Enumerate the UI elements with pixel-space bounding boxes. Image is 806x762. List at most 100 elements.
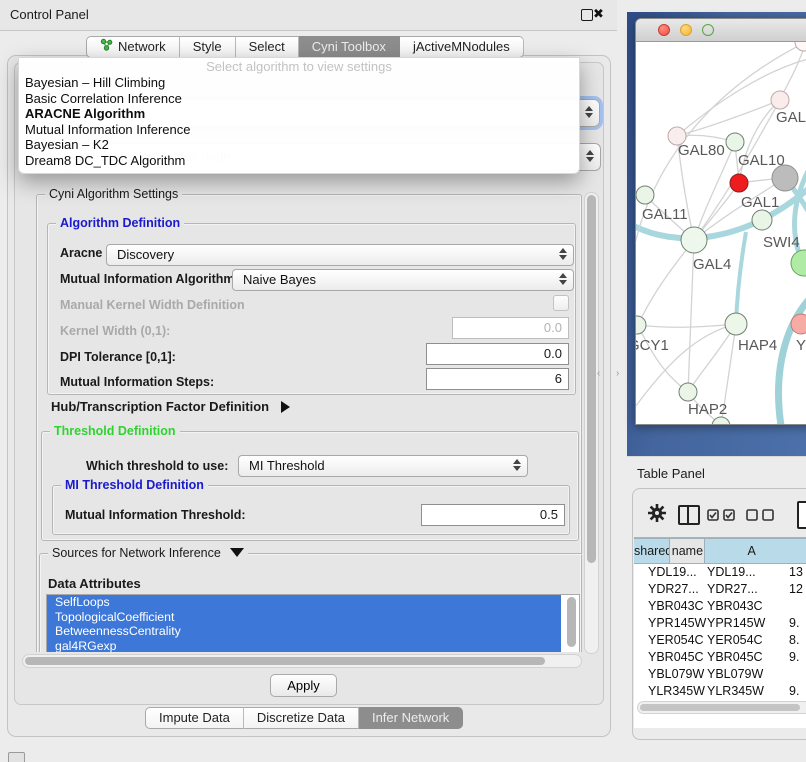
zoom-traffic-light-icon[interactable] <box>702 24 714 36</box>
table-cell <box>762 666 806 683</box>
network-edge[interactable] <box>638 325 688 392</box>
table-panel-card: shared...nameA YDL19...YDL19...13YDR27..… <box>632 488 806 740</box>
tab-select[interactable]: Select <box>236 36 299 58</box>
data-attribute-item-selected[interactable]: SelfLoops <box>47 595 561 610</box>
table-column-header[interactable]: shared... <box>634 538 670 564</box>
table-horizontal-scrollbar-thumb[interactable] <box>640 704 800 711</box>
data-attribute-item-selected[interactable]: BetweennessCentrality <box>47 624 561 639</box>
network-node-y[interactable] <box>791 314 806 334</box>
network-node-hap4[interactable] <box>725 313 747 335</box>
network-node-gal1[interactable] <box>730 174 748 192</box>
list-scrollbar-thumb[interactable] <box>567 597 576 647</box>
float-window-icon[interactable] <box>581 9 593 21</box>
network-canvas[interactable]: GALGAL80GAL10GAL1GAL11SWI4GAL4GCY1HAP4YH… <box>636 42 806 424</box>
settings-vertical-scrollbar-thumb[interactable] <box>587 195 596 563</box>
network-node-gal10[interactable] <box>726 133 744 151</box>
table-row[interactable]: YER054CYER054C8. <box>634 632 806 649</box>
algorithm-option[interactable]: ARACNE Algorithm <box>19 106 579 122</box>
algorithm-option[interactable]: Dream8 DC_TDC Algorithm <box>19 153 579 169</box>
sources-group-title[interactable]: Sources for Network Inference <box>48 546 248 560</box>
mi-threshold-field[interactable]: 0.5 <box>421 504 565 526</box>
algorithm-option[interactable]: Bayesian – Hill Climbing <box>19 75 579 91</box>
dpi-tolerance-label: DPI Tolerance [0,1]: <box>60 350 176 364</box>
aracne-mode-combo[interactable]: Discovery <box>106 244 574 266</box>
mi-type-combo[interactable]: Naive Bayes <box>232 269 574 291</box>
tab-discretize-data[interactable]: Discretize Data <box>244 707 359 729</box>
splitter-handle-icon[interactable]: ‹ <box>597 368 600 379</box>
tab-jactivemnodules[interactable]: jActiveMNodules <box>400 36 524 58</box>
node-label: GAL80 <box>678 142 725 159</box>
tab-infer-network[interactable]: Infer Network <box>359 707 463 729</box>
network-node-swi4[interactable] <box>752 210 772 230</box>
settings-horizontal-scrollbar-thumb[interactable] <box>25 657 545 665</box>
table-row[interactable]: YDL19...YDL19...13 <box>634 564 806 581</box>
manual-kernel-checkbox[interactable] <box>553 295 569 311</box>
node-label: GAL11 <box>642 206 688 223</box>
table-settings-gear-icon[interactable] <box>647 503 667 528</box>
table-row[interactable]: YBR043CYBR043C <box>634 598 806 615</box>
hub-definition-expander[interactable]: Hub/Transcription Factor Definition <box>51 399 290 414</box>
which-threshold-combo[interactable]: MI Threshold <box>238 455 528 477</box>
dpi-tolerance-field[interactable]: 0.0 <box>426 343 569 365</box>
table-cell: YBR043C <box>699 598 762 615</box>
data-attribute-item-selected[interactable]: TopologicalCoefficient <box>47 610 561 625</box>
network-window-titlebar[interactable] <box>636 19 806 42</box>
splitter-handle-icon[interactable]: › <box>616 368 619 379</box>
table-header-row: shared...nameA <box>634 538 806 564</box>
taskbar-icon[interactable] <box>8 752 25 762</box>
mi-steps-field[interactable]: 6 <box>426 368 569 390</box>
node-table[interactable]: shared...nameA YDL19...YDL19...13YDR27..… <box>634 537 806 728</box>
settings-vertical-scrollbar[interactable] <box>584 192 599 654</box>
network-node[interactable] <box>712 417 730 424</box>
network-node-gal4[interactable] <box>681 227 707 253</box>
table-horizontal-scrollbar[interactable] <box>637 701 806 714</box>
network-edge[interactable] <box>736 232 746 324</box>
data-attributes-list[interactable]: SelfLoopsTopologicalCoefficientBetweenne… <box>46 594 580 652</box>
algorithm-option[interactable]: Basic Correlation Inference <box>19 91 579 107</box>
tab-style[interactable]: Style <box>180 36 236 58</box>
table-cell: YPR145W <box>634 615 699 632</box>
network-node-hap2[interactable] <box>679 383 697 401</box>
network-edge[interactable] <box>638 240 694 325</box>
algorithm-option[interactable]: Bayesian – K2 <box>19 137 579 153</box>
network-node-gal[interactable] <box>771 91 789 109</box>
split-columns-icon[interactable] <box>678 505 700 525</box>
table-column-header[interactable]: name <box>670 538 705 564</box>
select-all-checkboxes-icon[interactable] <box>707 509 735 521</box>
network-node[interactable] <box>791 250 806 276</box>
network-node-gal11[interactable] <box>636 186 654 204</box>
network-node-gcy1[interactable] <box>636 316 646 334</box>
document-icon[interactable] <box>797 501 806 529</box>
data-attribute-item-selected[interactable]: gal4RGexp <box>47 639 561 653</box>
network-edge[interactable] <box>688 324 736 392</box>
algorithm-option[interactable]: Mutual Information Inference <box>19 122 579 138</box>
network-node[interactable] <box>772 165 798 191</box>
network-edge[interactable] <box>638 324 736 327</box>
kernel-width-field[interactable]: 0.0 <box>452 317 569 339</box>
tab-impute-data[interactable]: Impute Data <box>145 707 244 729</box>
settings-horizontal-scrollbar[interactable] <box>22 654 582 668</box>
threshold-definition-group: Threshold Definition Which threshold to … <box>41 431 579 541</box>
network-view-window[interactable]: GALGAL80GAL10GAL1GAL11SWI4GAL4GCY1HAP4YH… <box>635 18 806 425</box>
sources-group-label: Sources for Network Inference <box>52 546 221 560</box>
tab-network[interactable]: Network <box>86 36 180 58</box>
table-row[interactable]: YPR145WYPR145W9. <box>634 615 806 632</box>
table-cell: YBR045C <box>699 649 762 666</box>
table-column-header[interactable]: A <box>705 538 806 564</box>
table-cell: YDL19... <box>699 564 762 581</box>
network-edge[interactable] <box>779 294 806 424</box>
table-row[interactable]: YBR045CYBR045C9. <box>634 649 806 666</box>
apply-button[interactable]: Apply <box>270 674 337 697</box>
deselect-all-checkboxes-icon[interactable] <box>746 509 774 521</box>
minimize-traffic-light-icon[interactable] <box>680 24 692 36</box>
node-label: GAL <box>776 109 806 126</box>
table-row[interactable]: YLR345WYLR345W9. <box>634 683 806 700</box>
network-node[interactable] <box>795 42 806 51</box>
close-traffic-light-icon[interactable] <box>658 24 670 36</box>
close-icon[interactable]: ✖ <box>593 6 604 22</box>
expand-right-icon <box>281 401 290 413</box>
tab-cyni-toolbox[interactable]: Cyni Toolbox <box>299 36 400 58</box>
table-cell: 9. <box>762 683 806 700</box>
table-row[interactable]: YBL079WYBL079W <box>634 666 806 683</box>
table-row[interactable]: YDR27...YDR27...12 <box>634 581 806 598</box>
